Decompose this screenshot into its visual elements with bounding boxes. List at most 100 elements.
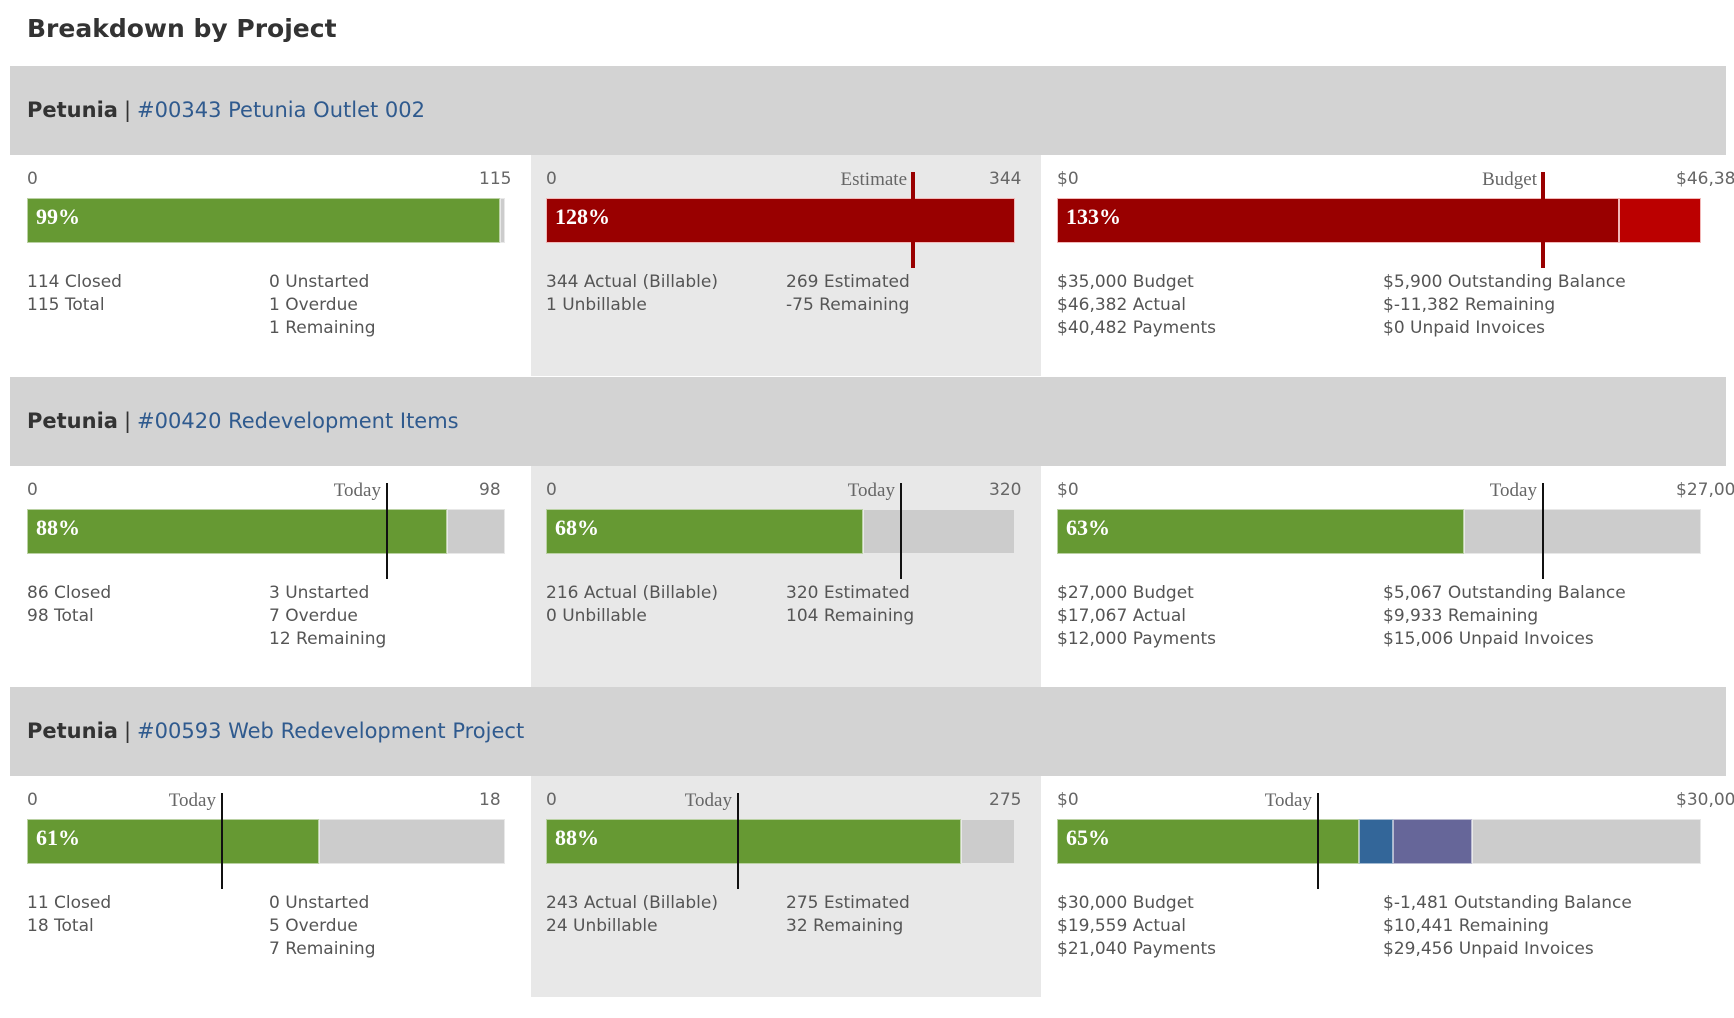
project-card: Petunia | #00343 Petunia Outlet 002 0 115 99… [10,66,1734,376]
project-metrics: 0 115 99% 114 Closed 115 Total 0 Unstarted 1 O… [10,155,1734,376]
tasks-panel: 0 98 88% Today 86 Closed 98 Total 3 Unstarted 7… [10,466,531,687]
stat-line: $46,382 Actual [1057,295,1186,315]
stat-line: 114 Closed [27,272,122,292]
tasks-progress-bar: 88% [27,509,505,554]
bar-segment-green [546,819,961,864]
client-name: Petunia [27,719,118,743]
budget-stats-right: $5,067 Outstanding Balance $9,933 Remaini… [1383,582,1626,651]
bar-segment-gray [319,819,505,864]
today-marker-line [1317,793,1319,889]
hours-progress-bar: 68% [546,509,1015,554]
stat-line: 1 Unbillable [546,295,647,315]
stat-line: 1 Overdue [269,295,358,315]
project-header: Petunia | #00593 Web Redevelopment Project [10,687,1726,776]
percent-label: 68% [555,515,599,540]
bar-segment-green [27,509,447,554]
axis-max-label: 115 [479,169,512,189]
stat-line: 11 Closed [27,893,112,913]
bar-segment-gray [1472,819,1701,864]
stat-line: 269 Estimated [786,272,910,292]
bar-segment-dark-red [546,198,1015,243]
tasks-progress-bar: 61% [27,819,505,864]
today-marker-line [737,793,739,889]
stat-line: 344 Actual (Billable) [546,272,719,292]
budget-panel: $0 $46,382 133% Budget $35,000 Budget $46,382… [1041,155,1734,376]
percent-label: 63% [1066,515,1110,540]
today-marker-label: Today [168,790,216,811]
bar-segment-gray [1464,509,1701,554]
stat-line: $35,000 Budget [1057,272,1194,292]
stat-line: $-11,382 Remaining [1383,295,1556,315]
bar-segment-green [27,198,500,243]
project-link[interactable]: #00593 Web Redevelopment Project [137,719,524,743]
axis-max-label: 275 [989,790,1022,810]
stat-line: 1 Remaining [269,318,376,338]
stat-line: 7 Remaining [269,939,376,959]
stat-line: 24 Unbillable [546,916,658,936]
project-header: Petunia | #00420 Redevelopment Items [10,377,1726,466]
stat-line: $17,067 Actual [1057,606,1186,626]
percent-label: 99% [36,204,80,229]
stat-line: 3 Unstarted [269,583,370,603]
bar-segment-green [1057,509,1464,554]
axis-max-label: $46,382 [1676,169,1734,189]
stat-line: 5 Overdue [269,916,358,936]
budget-stats-left: $35,000 Budget $46,382 Actual $40,482 Paym… [1057,271,1216,340]
stat-line: $9,933 Remaining [1383,606,1539,626]
hours-stats-right: 269 Estimated -75 Remaining [786,271,910,317]
estimate-marker-label: Estimate [840,169,907,190]
today-marker-line [386,483,388,579]
axis-min-label: 0 [27,169,38,189]
axis-min-label: 0 [546,169,557,189]
percent-label: 88% [36,515,80,540]
budget-stats-left: $27,000 Budget $17,067 Actual $12,000 Paym… [1057,582,1216,651]
stat-line: 32 Remaining [786,916,904,936]
project-metrics: 0 18 61% Today 11 Closed 18 Total 0 Unstarted 5… [10,776,1734,997]
today-marker-label: Today [847,480,895,501]
estimate-marker-line [911,172,915,268]
project-header: Petunia | #00343 Petunia Outlet 002 [10,66,1726,155]
budget-stats-right: $5,900 Outstanding Balance $-11,382 Remai… [1383,271,1626,340]
bar-segment-gray [447,509,505,554]
today-marker-line [900,483,902,579]
budget-marker-label: Budget [1482,169,1537,190]
percent-label: 128% [555,204,610,229]
hours-panel: 0 275 88% Today 243 Actual (Billable) 24 Unbi… [531,776,1041,997]
tasks-stats-left: 86 Closed 98 Total [27,582,111,628]
hours-progress-bar: 88% [546,819,1015,864]
project-link[interactable]: #00343 Petunia Outlet 002 [137,98,425,122]
hours-stats-right: 275 Estimated 32 Remaining [786,892,910,938]
bar-segment-dark-red [1057,198,1619,243]
today-marker-label: Today [1489,480,1537,501]
hours-panel: 0 344 128% Estimate 344 Actual (Billable) 1 U… [531,155,1041,376]
tasks-stats-left: 11 Closed 18 Total [27,892,111,938]
budget-progress-bar: 65% [1057,819,1701,864]
tasks-panel: 0 18 61% Today 11 Closed 18 Total 0 Unstarted 5… [10,776,531,997]
stat-line: $0 Unpaid Invoices [1383,318,1546,338]
percent-label: 88% [555,825,599,850]
project-link[interactable]: #00420 Redevelopment Items [137,409,459,433]
hours-panel: 0 320 68% Today 216 Actual (Billable) 0 Unbil… [531,466,1041,687]
project-metrics: 0 98 88% Today 86 Closed 98 Total 3 Unstarted 7… [10,466,1734,687]
stat-line: $29,456 Unpaid Invoices [1383,939,1594,959]
stat-line: $5,900 Outstanding Balance [1383,272,1626,292]
stat-line: -75 Remaining [786,295,910,315]
client-name: Petunia [27,98,118,122]
axis-min-label: 0 [27,790,38,810]
tasks-stats-right: 3 Unstarted 7 Overdue 12 Remaining [269,582,386,651]
stat-line: 104 Remaining [786,606,915,626]
stat-line: 115 Total [27,295,105,315]
stat-line: $40,482 Payments [1057,318,1216,338]
hours-stats-left: 344 Actual (Billable) 1 Unbillable [546,271,718,317]
stat-line: $-1,481 Outstanding Balance [1383,893,1632,913]
stat-line: $30,000 Budget [1057,893,1194,913]
axis-max-label: 18 [479,790,501,810]
stat-line: 0 Unbillable [546,606,647,626]
stat-line: 12 Remaining [269,629,387,649]
project-card: Petunia | #00593 Web Redevelopment Project… [10,687,1734,997]
percent-label: 133% [1066,204,1121,229]
stat-line: 0 Unstarted [269,272,370,292]
bar-segment-gray [863,509,1015,554]
axis-max-label: 320 [989,480,1022,500]
header-separator: | [123,98,132,122]
